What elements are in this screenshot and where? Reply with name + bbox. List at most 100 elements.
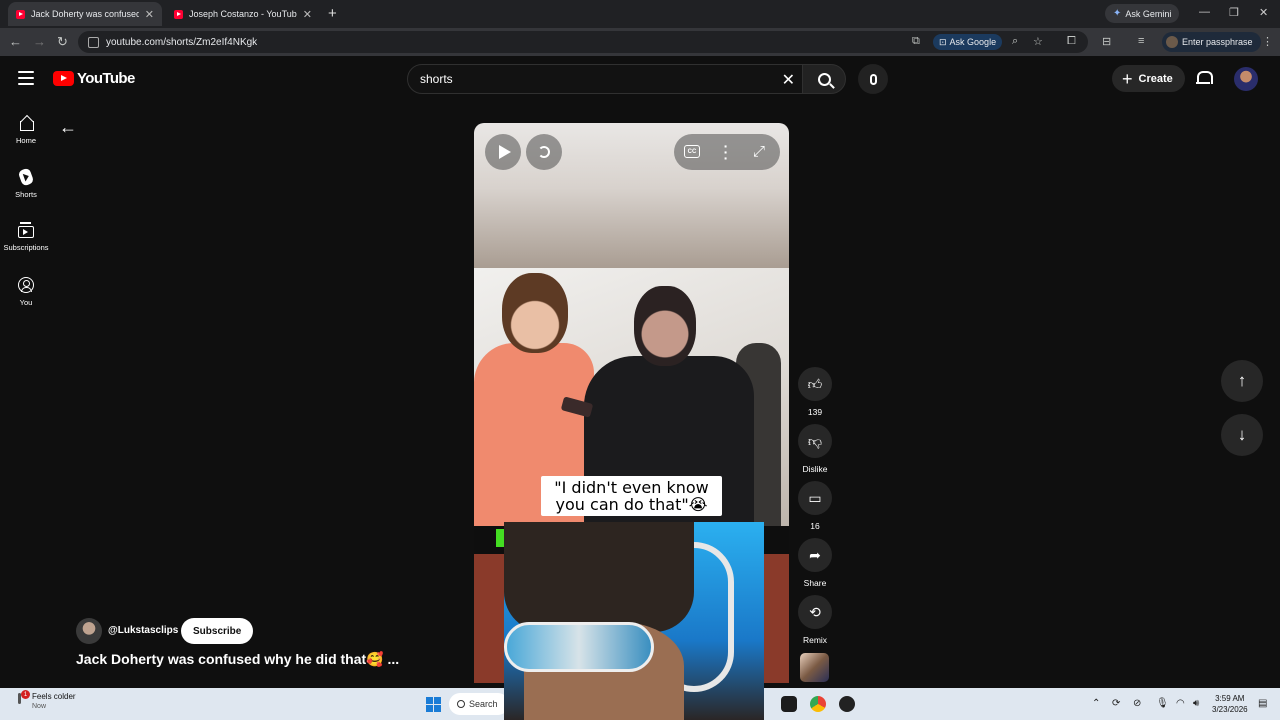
dislike-label: Dislike <box>802 464 828 474</box>
caption-line-2: you can do that"😭 <box>555 495 708 514</box>
install-app-icon[interactable]: ⧉ <box>912 35 920 48</box>
weather-widget[interactable]: 1 Feels colder Now <box>14 690 76 710</box>
remix-icon[interactable]: ⟲ <box>798 595 832 629</box>
gemini-sparkle-icon: ✦ <box>1113 8 1122 19</box>
comments-action[interactable]: ▭ 16 <box>796 481 834 531</box>
thumbs-down-icon[interactable]: 👎︎ <box>798 424 832 458</box>
reading-list-icon[interactable]: ≡ <box>1138 35 1144 47</box>
sidebar-item-you[interactable]: You <box>0 277 52 307</box>
subscriptions-icon <box>18 222 34 238</box>
previous-short-button[interactable]: ↑ <box>1221 360 1263 402</box>
wifi-icon[interactable]: ◠ <box>1176 698 1185 709</box>
windows-start-icon[interactable] <box>426 697 441 712</box>
search-input[interactable]: shorts ✕ <box>407 64 806 94</box>
hamburger-menu-icon[interactable] <box>18 71 34 85</box>
taskbar-search[interactable]: Search <box>449 693 509 715</box>
profile-button[interactable]: Enter passphrase <box>1162 32 1261 52</box>
share-action[interactable]: ➦ Share <box>796 538 834 588</box>
video-caption: "I didn't even know you can do that"😭 <box>541 476 722 516</box>
fullscreen-icon[interactable]: ⤢ <box>753 143 765 160</box>
person-tattooed-face <box>634 286 696 366</box>
like-action[interactable]: 👍︎ 139 <box>796 367 834 417</box>
closed-captions-icon[interactable]: CC <box>684 145 700 158</box>
youtube-logo[interactable]: YouTube <box>53 70 135 87</box>
sidebar-item-subscriptions[interactable]: Subscriptions <box>0 222 52 252</box>
subscribe-button[interactable]: Subscribe <box>181 618 254 644</box>
next-short-button[interactable]: ↓ <box>1221 414 1263 456</box>
youtube-favicon-icon <box>174 9 183 19</box>
channel-avatar[interactable] <box>76 618 102 644</box>
tray-overflow-icon[interactable]: ⌃ <box>1092 698 1100 709</box>
chrome-app-icon[interactable] <box>810 696 826 712</box>
close-window-icon[interactable]: ✕ <box>1259 6 1268 19</box>
sidebar-item-home[interactable]: Home <box>0 115 52 145</box>
taskbar-search-label: Search <box>469 699 498 709</box>
tab-inactive[interactable]: Joseph Costanzo - YouTube ✕ <box>166 2 320 26</box>
logo-wordmark: YouTube <box>77 70 135 87</box>
forward-icon[interactable]: → <box>33 34 46 49</box>
ask-google-button[interactable]: ⊡ Ask Google <box>933 34 1003 50</box>
tab-search-icon[interactable]: ⊟ <box>1102 35 1111 48</box>
ask-google-label: Ask Google <box>949 37 997 47</box>
dislike-action[interactable]: 👎︎ Dislike <box>796 424 834 474</box>
ask-gemini-button[interactable]: ✦ Ask Gemini <box>1105 4 1180 23</box>
remix-label: Remix <box>802 635 828 645</box>
tab-close-icon[interactable]: ✕ <box>145 8 154 21</box>
search-button[interactable] <box>802 64 846 94</box>
system-clock[interactable]: 3:59 AM 3/23/2026 <box>1212 693 1248 715</box>
notification-badge: 1 <box>21 690 30 699</box>
extensions-icon[interactable]: ⧠ <box>1067 35 1076 48</box>
channel-handle[interactable]: @Lukstasclips <box>108 625 178 636</box>
plus-icon: + <box>1122 68 1133 89</box>
tab-close-icon[interactable]: ✕ <box>303 8 312 21</box>
speaker-icon[interactable]: 🔊︎ <box>1193 698 1199 709</box>
back-arrow-icon[interactable]: ← <box>59 117 77 138</box>
tray-mic-icon[interactable]: 🎙︎ <box>1156 698 1169 709</box>
back-icon[interactable]: ← <box>9 34 22 49</box>
sidebar-item-label: Shorts <box>15 190 37 199</box>
play-button[interactable] <box>485 134 521 170</box>
site-info-icon[interactable] <box>88 36 99 48</box>
weather-subtext: Now <box>32 703 47 710</box>
sound-thumbnail[interactable] <box>800 653 829 682</box>
address-toolbar: ← → ↻ youtube.com/shorts/Zm2eIf4NKgk ⧉ ⊡… <box>0 28 1280 56</box>
terminal-app-icon[interactable] <box>781 696 797 712</box>
more-options-icon[interactable]: · · · <box>721 139 731 165</box>
browser-menu-icon[interactable]: ⋮ <box>1262 35 1273 48</box>
obs-app-icon[interactable] <box>839 696 855 712</box>
account-avatar[interactable] <box>1234 67 1258 91</box>
volume-button[interactable] <box>526 134 562 170</box>
notification-center-icon[interactable]: ▤ <box>1258 698 1267 709</box>
zoom-icon[interactable]: ⌕ <box>1012 35 1018 48</box>
share-icon[interactable]: ➦ <box>798 538 832 572</box>
restore-icon[interactable]: ❐ <box>1229 6 1239 19</box>
browser-tab-strip: Jack Doherty was confused why ✕ Joseph C… <box>0 0 1280 28</box>
green-marker <box>496 529 504 547</box>
clear-search-icon[interactable]: ✕ <box>782 70 795 90</box>
volume-icon <box>538 146 550 158</box>
share-label: Share <box>803 578 827 588</box>
bookmark-star-icon[interactable]: ☆ <box>1033 35 1043 48</box>
reload-icon[interactable]: ↻ <box>57 34 68 50</box>
create-button[interactable]: + Create <box>1112 65 1185 92</box>
comment-icon[interactable]: ▭ <box>798 481 832 515</box>
shorts-icon <box>17 167 35 187</box>
player-controls-group: CC · · · ⤢ <box>674 134 780 170</box>
play-icon <box>498 145 511 159</box>
weather-text: Feels colder <box>32 692 76 701</box>
minimize-icon[interactable]: — <box>1199 6 1210 18</box>
sunglasses <box>504 622 654 672</box>
voice-search-button[interactable] <box>858 64 888 94</box>
youtube-play-logo-icon <box>53 71 74 86</box>
tab-active[interactable]: Jack Doherty was confused why ✕ <box>8 2 162 26</box>
tab-title: Joseph Costanzo - YouTube <box>189 9 297 19</box>
network-off-icon[interactable]: ⊘ <box>1133 698 1141 709</box>
video-title[interactable]: Jack Doherty was confused why he did tha… <box>76 651 399 668</box>
create-label: Create <box>1138 72 1173 85</box>
sidebar-item-shorts[interactable]: Shorts <box>0 167 52 199</box>
sync-icon[interactable]: ⟳ <box>1112 698 1120 709</box>
thumbs-up-icon[interactable]: 👍︎ <box>798 367 832 401</box>
new-tab-icon[interactable]: + <box>328 5 337 22</box>
notifications-bell-icon[interactable] <box>1196 70 1213 86</box>
remix-action[interactable]: ⟲ Remix <box>796 595 834 645</box>
